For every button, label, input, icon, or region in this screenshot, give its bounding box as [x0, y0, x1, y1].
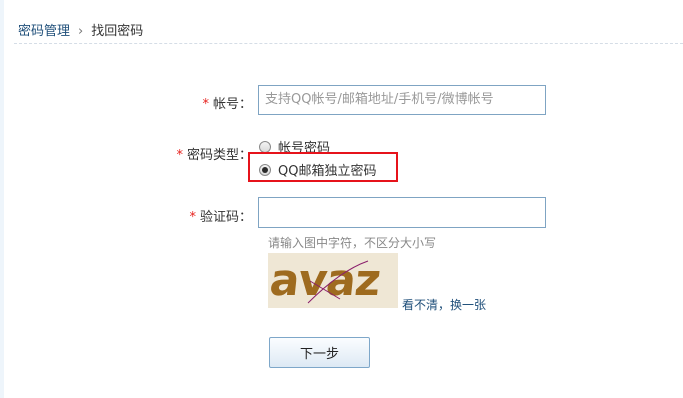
captcha-label-text: 验证码： — [199, 210, 252, 225]
captcha-hint: 请输入图中字符，不区分大小写 — [268, 236, 437, 250]
password-type-label-text: 密码类型： — [186, 148, 252, 163]
account-label-text: 帐号： — [212, 97, 252, 112]
annotation-highlight-box — [248, 152, 398, 182]
captcha-input[interactable] — [258, 197, 546, 228]
breadcrumb-password-management-link[interactable]: 密码管理 — [18, 24, 70, 39]
breadcrumb-separator: › — [78, 24, 84, 39]
next-step-button[interactable]: 下一步 — [269, 337, 370, 368]
breadcrumb: 密码管理 › 找回密码 — [18, 20, 143, 40]
password-type-label: * 密码类型： — [160, 144, 252, 163]
required-mark: * — [189, 210, 196, 225]
captcha-noise-lines — [307, 260, 369, 304]
captcha-image: avaz — [268, 253, 398, 308]
breadcrumb-divider — [14, 43, 683, 44]
radio-button[interactable] — [259, 140, 271, 153]
required-mark: * — [202, 97, 209, 112]
refresh-captcha-link[interactable]: 看不清，换一张 — [402, 296, 486, 313]
account-label: * 帐号： — [190, 93, 252, 112]
breadcrumb-current: 找回密码 — [91, 24, 144, 39]
account-input[interactable]: 支持QQ帐号/邮箱地址/手机号/微博帐号 — [258, 85, 546, 115]
captcha-label: * 验证码： — [174, 206, 252, 225]
required-mark: * — [176, 148, 183, 163]
